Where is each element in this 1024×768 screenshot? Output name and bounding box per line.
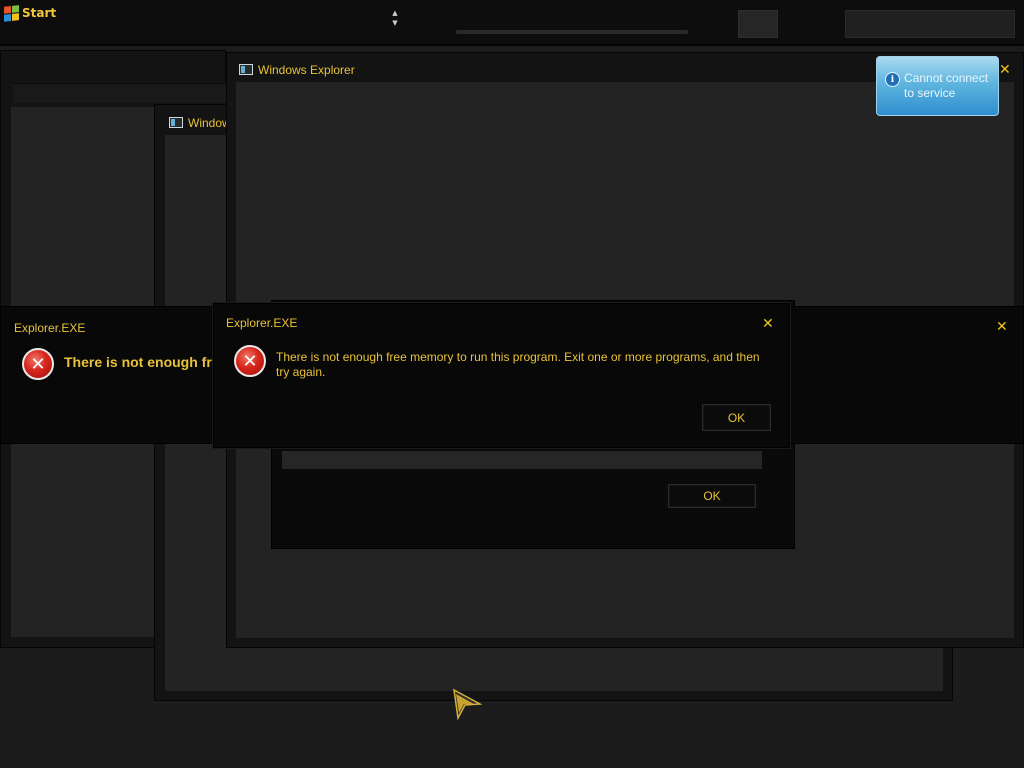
window-title: Windows Explorer [258,63,355,77]
window-icon [239,64,253,75]
dialog-message: There is not enough fre [64,354,220,370]
dialog-title: Explorer.EXE [226,316,298,330]
notification-balloon[interactable]: i Cannot connect to service [876,56,999,116]
mouse-cursor-icon [453,688,482,720]
taskbar-button[interactable] [738,10,778,38]
dialog-message: There is not enough free memory to run t… [276,350,760,379]
window-header-strip [13,83,227,103]
ok-button[interactable]: OK [668,484,756,508]
close-icon[interactable]: ✕ [999,63,1011,77]
start-button[interactable]: Start [4,3,56,23]
window-title: Window [188,116,231,130]
taskbar-indicator [456,30,688,34]
close-icon[interactable]: ✕ [996,320,1008,334]
dialog-title: Explorer.EXE [14,321,86,335]
window-icon [169,117,183,128]
system-tray[interactable] [845,10,1015,38]
info-icon: i [885,72,900,87]
close-icon[interactable]: ✕ [762,317,774,331]
error-icon: ✕ [234,345,266,377]
error-icon: ✕ [22,348,54,380]
notification-text: Cannot connect to service [904,71,989,100]
ok-button[interactable]: OK [702,404,771,431]
dialog-field [282,451,762,469]
taskbar: Start ▲ ▼ [0,0,1024,46]
taskbar-scroll-arrows[interactable]: ▲ ▼ [390,8,400,30]
start-label: Start [22,6,57,20]
error-dialog-main: Explorer.EXE ✕ ✕ There is not enough fre… [213,303,790,448]
windows-logo-icon [4,5,19,22]
